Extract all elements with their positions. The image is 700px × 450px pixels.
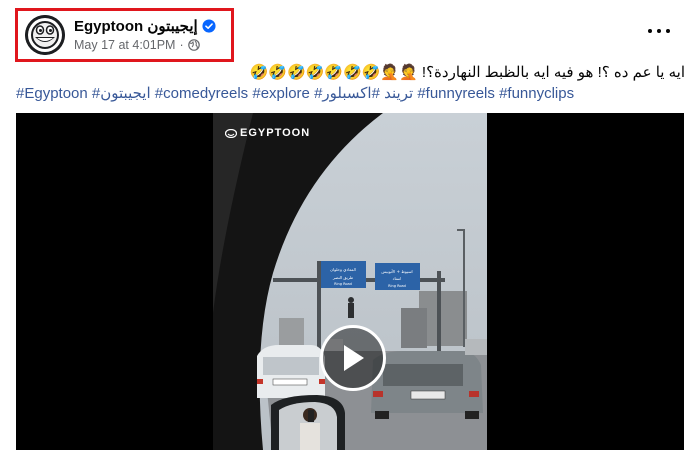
- meta-separator: ·: [179, 38, 184, 52]
- video-frame: المعادي وحلوان طريق النصر Ring Road اسيو…: [213, 113, 487, 450]
- watermark-text: EGYPTOON: [240, 127, 311, 139]
- hashtag-link[interactable]: #funnyclips: [499, 85, 574, 102]
- hashtag-link[interactable]: #Egyptoon: [16, 85, 88, 102]
- facebook-post: Egyptoon إيجيبتون May 17 at 4:01PM · ايه…: [0, 0, 700, 450]
- svg-text:Ring Road: Ring Road: [388, 284, 406, 288]
- more-options-icon[interactable]: [648, 24, 670, 38]
- globe-icon: [187, 39, 200, 51]
- video-watermark: EGYPTOON: [225, 127, 310, 139]
- video-scene: المعادي وحلوان طريق النصر Ring Road اسيو…: [213, 113, 487, 450]
- sign-left-ar: المعادي وحلوان: [330, 267, 356, 272]
- hashtags: #Egyptoon #ايجيبتون #comedyreels #explor…: [16, 84, 574, 102]
- page-name[interactable]: Egyptoon إيجيبتون: [74, 17, 198, 35]
- hashtag-link[interactable]: #comedyreels: [155, 85, 248, 102]
- play-button[interactable]: [320, 325, 386, 391]
- watermark-logo-icon: [225, 128, 237, 138]
- page-name-row: Egyptoon إيجيبتون: [74, 16, 216, 36]
- hashtag-link[interactable]: #funnyreels: [417, 85, 495, 102]
- video-player[interactable]: المعادي وحلوان طريق النصر Ring Road اسيو…: [16, 113, 684, 450]
- hashtag-link[interactable]: #ايجيبتون: [92, 85, 151, 102]
- hashtag-link[interactable]: #اكسبلور: [322, 85, 380, 102]
- post-meta: May 17 at 4:01PM ·: [74, 38, 200, 52]
- page-avatar[interactable]: [25, 15, 65, 55]
- post-caption: ايه يا عم ده ؟! هو فيه ايه بالظبط النهار…: [249, 64, 685, 81]
- svg-text:طريق النصر: طريق النصر: [332, 275, 353, 280]
- verified-badge-icon: [202, 19, 216, 33]
- svg-text:استاد: استاد: [393, 276, 402, 281]
- play-icon: [344, 345, 364, 371]
- hashtag-link[interactable]: #explore: [252, 85, 310, 102]
- svg-text:Ring Road: Ring Road: [334, 282, 352, 286]
- post-date[interactable]: May 17 at 4:01PM: [74, 38, 175, 52]
- sign-right-ar: اسيوط + الأتوبيس: [381, 269, 412, 274]
